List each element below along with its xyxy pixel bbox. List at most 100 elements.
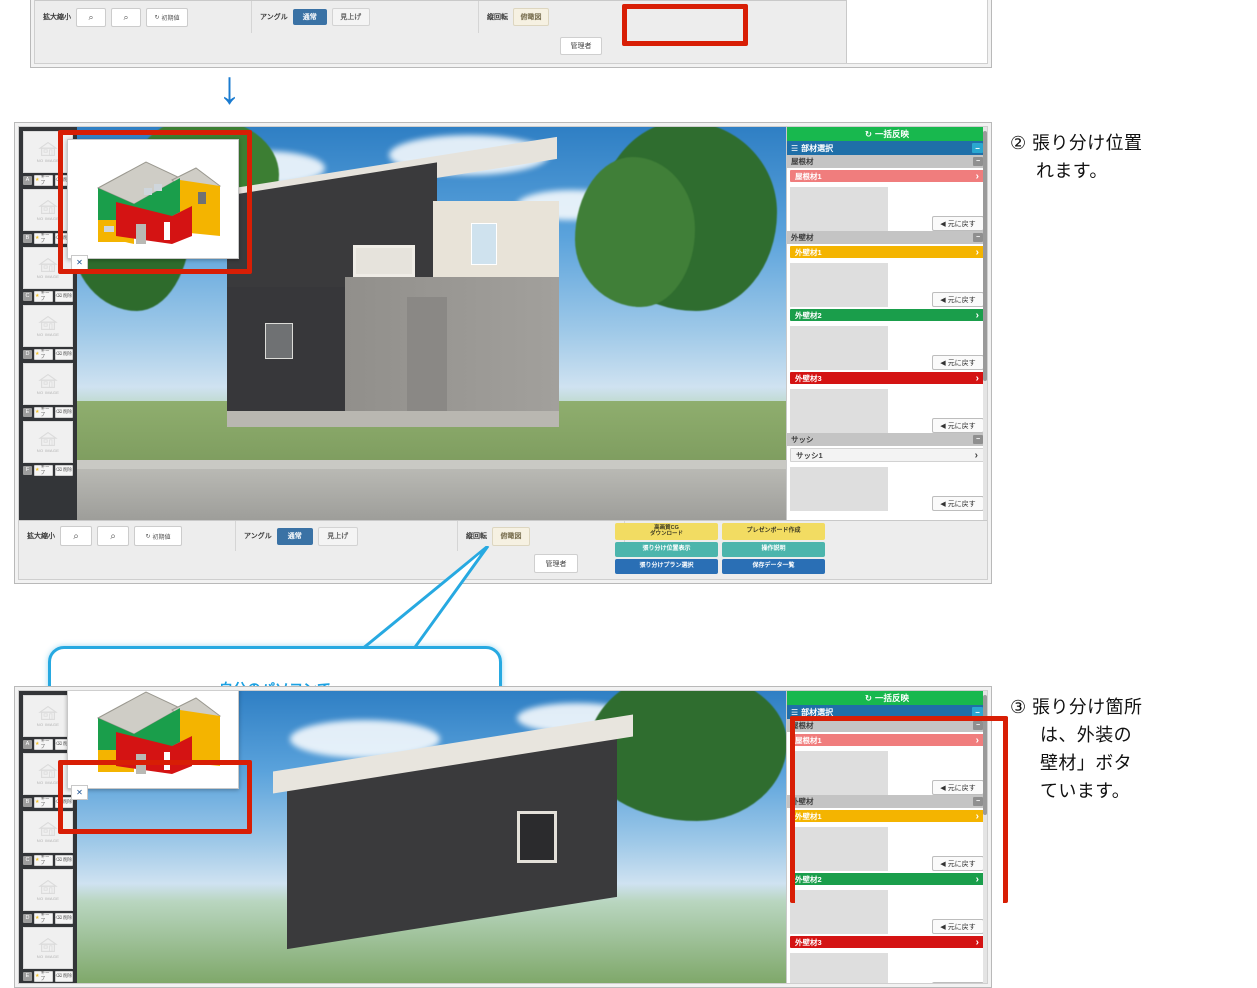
thumbnail-slot-e[interactable]: NO IMAGE E ★ キープ ⌫ 削除 [23,363,73,418]
apply-all-button[interactable]: ↻ 一括反映 [787,691,987,705]
undo-button[interactable]: ◀元に戻す [932,780,984,795]
undo-button[interactable]: ◀元に戻す [932,496,984,511]
panel-header[interactable]: ☰ 部材選択 − [787,141,987,155]
thumbnail-slot-d[interactable]: NO IMAGE D ★ キープ ⌫ 削除 [23,869,73,924]
thumbnail-slot-d[interactable]: NO IMAGE D ★ キープ ⌫ 削除 [23,305,73,360]
app-window-bottom[interactable]: NO IMAGEA★キープ⌫削除NO IMAGEB★キープ⌫削除NO IMAGE… [14,686,992,988]
birdseye-button-top[interactable]: 俯瞰図 [513,8,549,26]
zoom-out-icon[interactable]: ⌕ [97,526,129,546]
thumbnail-slot-a[interactable]: NO IMAGE A★キープ⌫削除 [23,695,73,750]
section-collapse-button[interactable]: − [973,435,983,444]
material-swatch[interactable] [790,827,888,871]
thumbnail-keep-button[interactable]: ★ キープ [34,406,53,418]
undo-button[interactable]: ◀元に戻す [932,216,984,231]
undo-button[interactable]: ◀元に戻す [932,418,984,433]
app-window-middle[interactable]: NO IMAGEA★キープ⌫削除NO IMAGEB★キープ⌫削除NO IMAGE… [14,122,992,584]
action-saved-data-list-mid[interactable]: 保存データ一覧 [722,559,825,574]
thumbnail-keep-button[interactable]: ★ キープ [34,796,53,808]
section-collapse-button[interactable]: − [973,797,983,806]
material-row-外壁材-2[interactable]: 外壁材3 › [790,372,984,384]
admin-button-top[interactable]: 管理者 [560,37,602,55]
reset-button-mid[interactable]: ↻ 初期値 [134,526,182,546]
thumbnail-slot-b[interactable]: NO IMAGE B★キープ⌫削除 [23,189,73,244]
thumbnail-delete-button[interactable]: ⌫削除 [54,912,73,924]
thumbnail-keep-button[interactable]: ★ キープ [34,290,53,302]
material-swatch[interactable] [790,187,888,231]
reset-button-top[interactable]: ↻ 初期値 [146,7,188,27]
material-swatch[interactable] [790,263,888,307]
material-swatch[interactable] [790,751,888,795]
angle-option-lookup[interactable]: 見上げ [317,526,358,546]
thumbnail-slot-f[interactable]: NO IMAGE F ★ キープ ⌫ 削除 [23,421,73,476]
thumbnail-keep-button[interactable]: ★ キープ [34,348,53,360]
section-header-1[interactable]: 外壁材 − [787,231,987,244]
panel-collapse-button[interactable]: − [972,143,983,153]
thumbnail-keep-button[interactable]: ★ キープ [34,970,53,982]
material-swatch[interactable] [790,953,888,983]
material-panel-bottom[interactable]: ↻ 一括反映 ☰ 部材選択 − 屋根材 − 屋根材1 › ◀ 元に戻す 外壁材 − 外壁材1 › ◀ 元に戻す外… [786,691,987,983]
thumbnail-slot-a[interactable]: NO IMAGE A★キープ⌫削除 [23,131,73,186]
app-window-top[interactable]: 拡大縮小 ⌕ ⌕ ↻ 初期値 アングル 通常 見上げ 縦回転 俯瞰図 管理者 [30,0,992,68]
section-header-0[interactable]: 屋根材 − [787,719,987,732]
material-row-外壁材-0[interactable]: 外壁材1 › [790,246,984,258]
material-swatch[interactable] [790,326,888,370]
split-position-popup-bottom[interactable] [67,691,239,789]
thumbnail-slot-c[interactable]: NO IMAGE C ★ キープ ⌫ 削除 [23,247,73,302]
panel-header[interactable]: ☰ 部材選択 − [787,705,987,719]
material-swatch[interactable] [790,389,888,433]
thumbnail-delete-button[interactable]: ⌫削除 [54,406,73,418]
action-select-split-plan-mid[interactable]: 張り分けプラン選択 [615,559,718,574]
zoom-in-icon[interactable]: ⌕ [76,7,106,27]
section-collapse-button[interactable]: − [973,721,983,730]
thumbnail-keep-button[interactable]: ★ キープ [34,232,53,244]
material-row-外壁材-2[interactable]: 外壁材3 › [790,936,984,948]
section-header-2[interactable]: サッシ − [787,433,987,446]
popup-close-button-bottom[interactable]: ✕ [71,785,88,800]
section-header-1[interactable]: 外壁材 − [787,795,987,808]
action-instructions-mid[interactable]: 操作説明 [722,542,825,557]
material-row-屋根材-0[interactable]: 屋根材1 › [790,170,984,182]
thumbnail-delete-button[interactable]: ⌫削除 [54,464,73,476]
material-row-外壁材-1[interactable]: 外壁材2 › [790,309,984,321]
material-row-サッシ-0[interactable]: サッシ1 › [790,448,984,462]
undo-button[interactable]: ◀元に戻す [932,856,984,871]
thumbnail-keep-button[interactable]: ★ キープ [34,854,53,866]
thumbnail-keep-button[interactable]: ★ キープ [34,738,53,750]
thumbnail-slot-e[interactable]: NO IMAGE E ★ キープ ⌫ 削除 [23,927,73,982]
material-row-外壁材-0[interactable]: 外壁材1 › [790,810,984,822]
section-header-0[interactable]: 屋根材 − [787,155,987,168]
split-position-popup-middle[interactable] [67,139,239,259]
panel-collapse-button[interactable]: − [972,707,983,717]
undo-button[interactable]: ◀元に戻す [932,292,984,307]
material-panel-middle[interactable]: ↻ 一括反映 ☰ 部材選択 − 屋根材 − 屋根材1 › ◀ 元に戻す 外壁材 − 外壁材1 › ◀ 元に戻す外… [786,127,987,521]
thumbnail-delete-button[interactable]: ⌫削除 [54,854,73,866]
thumbnail-slot-c[interactable]: NO IMAGE C ★ キープ ⌫ 削除 [23,811,73,866]
section-collapse-button[interactable]: − [973,157,983,166]
thumbnail-keep-button[interactable]: ★ キープ [34,174,53,186]
birdseye-button-mid[interactable]: 俯瞰図 [492,526,530,546]
undo-button[interactable]: ◀元に戻す [932,355,984,370]
material-row-屋根材-0[interactable]: 屋根材1 › [790,734,984,746]
apply-all-button[interactable]: ↻ 一括反映 [787,127,987,141]
panel-scrollbar[interactable] [983,691,987,983]
angle-option-normal[interactable]: 通常 [276,527,313,545]
angle-option-normal[interactable]: 通常 [292,9,327,25]
thumbnail-keep-button[interactable]: ★ キープ [34,464,53,476]
material-swatch[interactable] [790,890,888,934]
thumbnail-delete-button[interactable]: ⌫削除 [54,290,73,302]
action-show-split-position-mid[interactable]: 張り分け位置表示 [615,542,718,557]
section-collapse-button[interactable]: − [973,233,983,242]
undo-button[interactable]: ◀元に戻す [932,919,984,934]
material-swatch[interactable] [790,467,888,511]
thumbnail-slot-b[interactable]: NO IMAGE B★キープ⌫削除 [23,753,73,808]
admin-button-mid[interactable]: 管理者 [534,554,578,573]
action-presentation-board-mid[interactable]: プレゼンボード作成 [722,523,825,540]
zoom-in-icon[interactable]: ⌕ [60,526,92,546]
panel-scrollbar[interactable] [983,127,987,521]
thumbnail-keep-button[interactable]: ★ キープ [34,912,53,924]
thumbnail-delete-button[interactable]: ⌫削除 [54,970,73,982]
popup-close-button-middle[interactable]: ✕ [71,255,88,270]
undo-button[interactable]: ◀元に戻す [932,982,984,983]
thumbnail-delete-button[interactable]: ⌫削除 [54,348,73,360]
material-row-外壁材-1[interactable]: 外壁材2 › [790,873,984,885]
